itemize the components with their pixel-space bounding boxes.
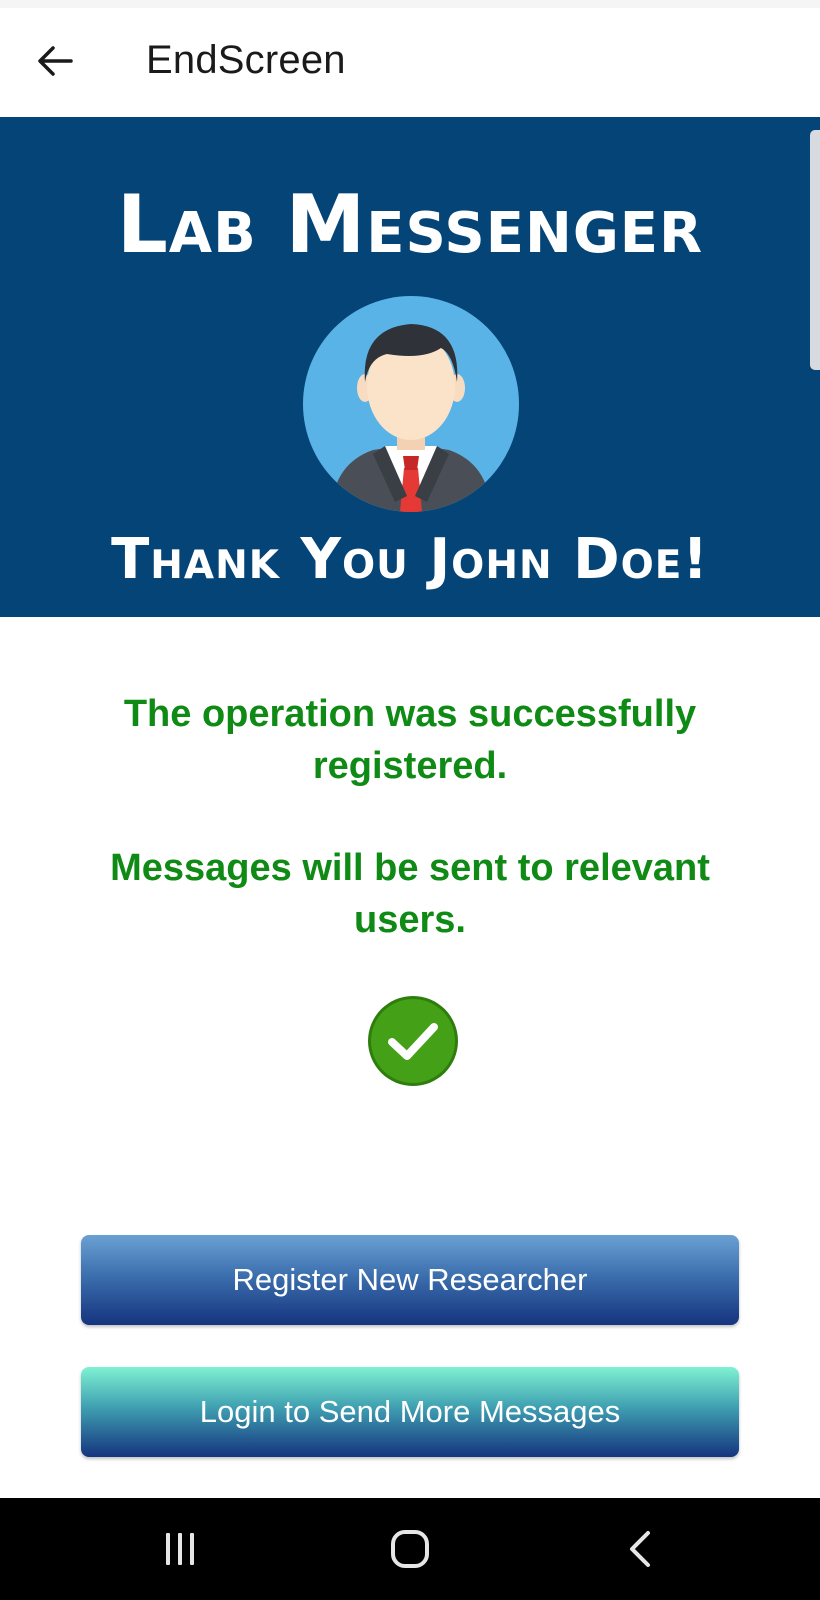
recent-apps-icon (166, 1533, 194, 1565)
delivery-message: Messages will be sent to relevant users. (110, 847, 710, 941)
page-title: EndScreen (146, 38, 346, 82)
login-send-messages-label: Login to Send More Messages (199, 1394, 621, 1429)
businessman-avatar-icon (303, 296, 519, 512)
back-button[interactable] (22, 28, 88, 94)
thank-you-heading: Thank You John Doe! (111, 527, 709, 592)
home-button[interactable] (365, 1512, 455, 1586)
check-circle-icon (368, 996, 458, 1086)
app-bar: EndScreen (0, 8, 820, 116)
register-researcher-label: Register New Researcher (232, 1262, 588, 1297)
system-back-button[interactable] (595, 1512, 685, 1586)
brand-title: Lab Messenger (116, 178, 704, 271)
success-message: The operation was successfully registere… (123, 693, 697, 787)
system-nav-bar (0, 1498, 820, 1600)
login-send-messages-button[interactable]: Login to Send More Messages (81, 1367, 739, 1457)
back-chevron-icon (630, 1531, 650, 1567)
status-bar (0, 0, 820, 8)
register-researcher-button[interactable]: Register New Researcher (81, 1235, 739, 1325)
arrow-left-icon (38, 46, 73, 76)
recent-apps-button[interactable] (135, 1512, 225, 1586)
home-icon (391, 1530, 429, 1568)
